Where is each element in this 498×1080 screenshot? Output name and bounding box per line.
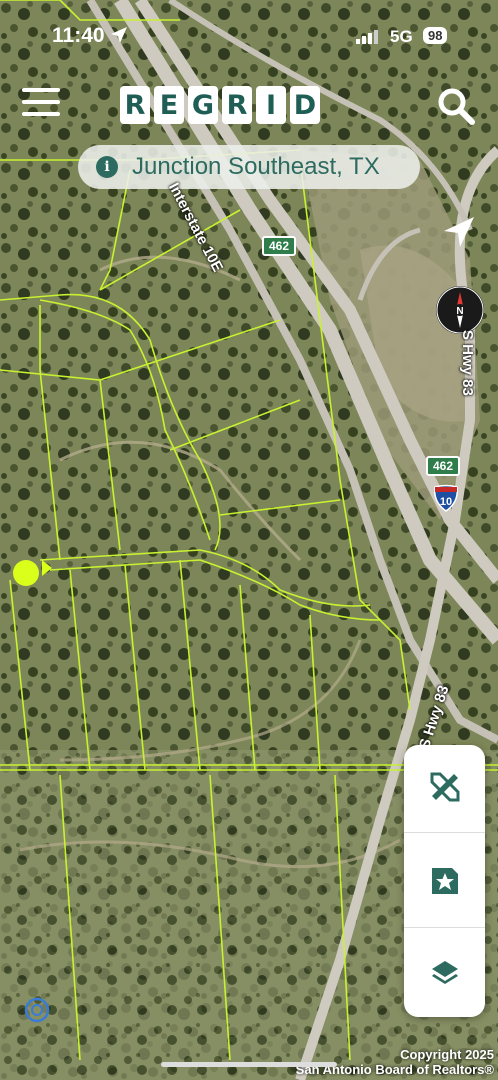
battery-level: 98 <box>423 27 448 44</box>
exit-shield: 462 <box>262 236 297 256</box>
interstate-number: 10 <box>440 496 452 508</box>
layers-button[interactable] <box>404 931 485 1015</box>
layers-icon <box>431 961 458 984</box>
logo-letter: R <box>222 86 252 124</box>
network-type: 5G <box>390 27 413 46</box>
signal-icon <box>356 30 378 44</box>
logo-letter: G <box>188 86 218 124</box>
bookmark-star-icon <box>431 868 458 894</box>
status-bar: 11:40 5G 98 <box>0 20 498 54</box>
regrid-logo: R E G R I D <box>120 86 320 124</box>
measure-button[interactable] <box>404 745 485 829</box>
mapbox-logo-icon[interactable] <box>24 997 50 1023</box>
location-arrow-icon <box>111 27 127 43</box>
menu-button[interactable] <box>22 88 60 122</box>
exit-shield: 462 <box>426 456 461 476</box>
svg-text:N: N <box>456 306 463 317</box>
saved-button[interactable] <box>404 839 485 923</box>
logo-letter: R <box>120 86 150 124</box>
road-label-hwy83-north: S Hwy 83 <box>459 330 476 396</box>
info-icon: i <box>96 156 118 178</box>
interstate-shield-icon: 10 <box>433 484 459 512</box>
location-pill[interactable]: i Junction Southeast, TX <box>78 145 420 189</box>
marker-direction-icon <box>42 560 52 576</box>
location-marker[interactable] <box>13 560 39 586</box>
ruler-pencil-icon <box>430 772 459 802</box>
logo-letter: E <box>154 86 184 124</box>
copyright-line: Copyright 2025 <box>400 1047 494 1062</box>
search-icon[interactable] <box>436 86 476 126</box>
location-name: Junction Southeast, TX <box>132 153 380 180</box>
home-indicator[interactable] <box>161 1062 337 1067</box>
logo-letter: I <box>256 86 286 124</box>
compass-icon[interactable]: N <box>436 286 484 334</box>
logo-letter: D <box>290 86 320 124</box>
map-tools-panel <box>404 745 485 1017</box>
hamburger-menu-icon <box>22 88 60 92</box>
navigation-arrow-icon[interactable] <box>442 215 476 249</box>
status-time: 11:40 <box>52 24 105 47</box>
